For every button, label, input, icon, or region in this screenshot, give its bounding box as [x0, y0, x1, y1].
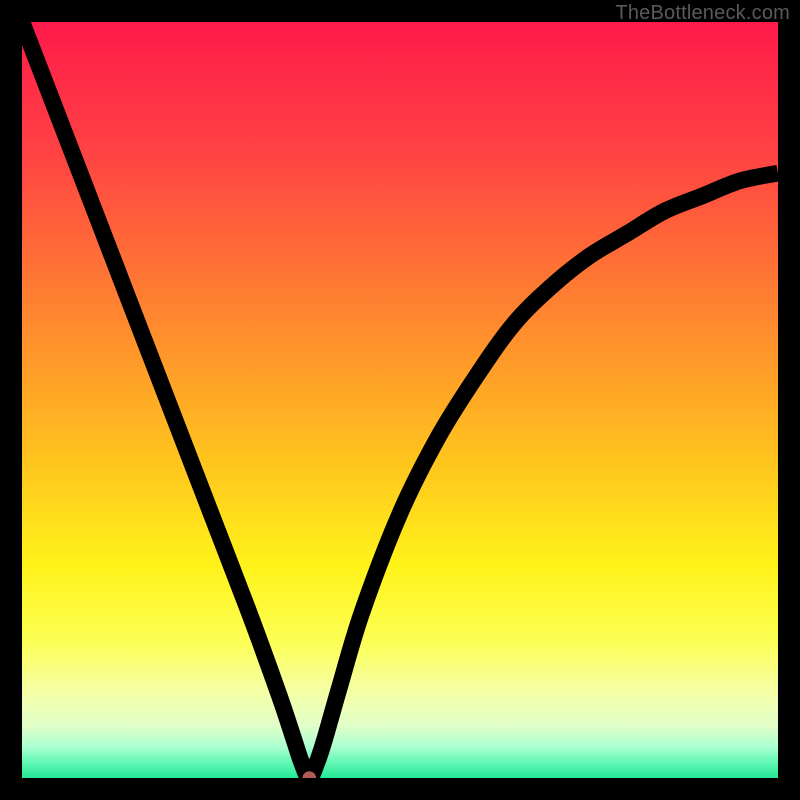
plot-area	[22, 22, 778, 778]
watermark-text: TheBottleneck.com	[615, 2, 790, 25]
bottleneck-curve	[22, 22, 778, 778]
chart-svg	[22, 22, 778, 778]
